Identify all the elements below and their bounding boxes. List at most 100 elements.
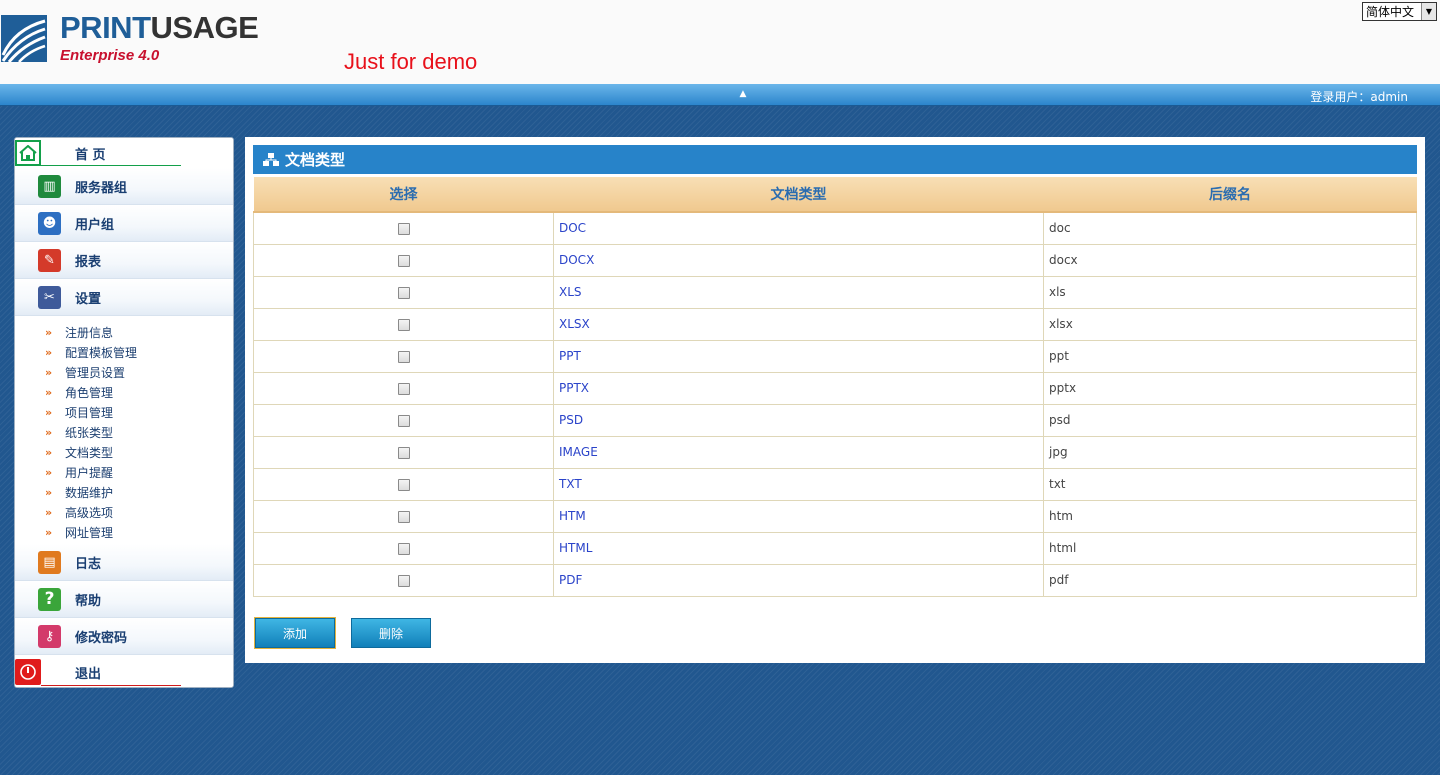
chevron-down-icon[interactable]: ▼ bbox=[1421, 3, 1436, 20]
row-checkbox[interactable] bbox=[397, 414, 410, 427]
language-select[interactable]: 简体中文 ▼ bbox=[1362, 2, 1437, 21]
table-body: DOC doc DOCX docx XLS xls XLSX xlsx PPT ppt PPTX pp… bbox=[253, 211, 1417, 597]
table-row: PSD psd bbox=[253, 403, 1417, 437]
extension-cell: doc bbox=[1043, 211, 1417, 245]
row-checkbox[interactable] bbox=[397, 254, 410, 267]
row-checkbox[interactable] bbox=[397, 574, 410, 587]
login-info: 登录用户：admin bbox=[1310, 90, 1408, 104]
add-button[interactable]: 添加 bbox=[254, 617, 336, 649]
select-cell bbox=[253, 307, 554, 341]
extension-cell: txt bbox=[1043, 467, 1417, 501]
select-cell bbox=[253, 403, 554, 437]
server-icon: ▥ bbox=[38, 174, 61, 198]
log-icon: ▤ bbox=[38, 550, 61, 574]
row-checkbox[interactable] bbox=[397, 286, 410, 299]
help-icon: ? bbox=[38, 587, 61, 611]
sidebar-item-label: 服务器组 bbox=[75, 180, 128, 196]
select-cell bbox=[253, 211, 554, 245]
submenu-item-advanced-options[interactable]: » 高级选项 bbox=[15, 502, 233, 522]
sidebar-item-logout[interactable]: 退出 bbox=[15, 655, 233, 687]
sitemap-icon bbox=[263, 152, 279, 167]
doc-type-link[interactable]: XLSX bbox=[553, 307, 1044, 341]
sidebar-item-help[interactable]: ? 帮助 bbox=[15, 581, 233, 618]
submenu-item-config-template[interactable]: » 配置模板管理 bbox=[15, 342, 233, 362]
doc-type-link[interactable]: DOC bbox=[553, 211, 1044, 245]
submenu-item-paper-type[interactable]: » 纸张类型 bbox=[15, 422, 233, 442]
panel-title-bar: 文档类型 bbox=[253, 145, 1417, 174]
doc-type-link[interactable]: TXT bbox=[553, 467, 1044, 501]
sidebar-item-change-password[interactable]: ⚷ 修改密码 bbox=[15, 618, 233, 655]
select-cell bbox=[253, 339, 554, 373]
sidebar-item-label: 首 页 bbox=[75, 147, 106, 163]
sidebar-item-settings[interactable]: ✂ 设置 bbox=[15, 279, 233, 316]
double-chevron-right-icon: » bbox=[45, 485, 53, 499]
sidebar-item-log[interactable]: ▤ 日志 bbox=[15, 544, 233, 581]
table-row: XLS xls bbox=[253, 275, 1417, 309]
sidebar-item-server-group[interactable]: ▥ 服务器组 bbox=[15, 168, 233, 205]
row-checkbox[interactable] bbox=[397, 542, 410, 555]
table-header-row: 选择 文档类型 后缀名 bbox=[253, 177, 1417, 213]
doc-type-link[interactable]: PPTX bbox=[553, 371, 1044, 405]
double-chevron-right-icon: » bbox=[45, 345, 53, 359]
submenu-item-document-type[interactable]: » 文档类型 bbox=[15, 442, 233, 462]
table-row: XLSX xlsx bbox=[253, 307, 1417, 341]
report-icon: ✎ bbox=[38, 248, 61, 272]
row-checkbox[interactable] bbox=[397, 222, 410, 235]
extension-cell: html bbox=[1043, 531, 1417, 565]
extension-cell: jpg bbox=[1043, 435, 1417, 469]
row-checkbox[interactable] bbox=[397, 350, 410, 363]
delete-button[interactable]: 删除 bbox=[351, 618, 431, 648]
sidebar-item-label: 日志 bbox=[75, 556, 102, 572]
column-header-doc-type: 文档类型 bbox=[553, 177, 1044, 213]
submenu-item-admin-settings[interactable]: » 管理员设置 bbox=[15, 362, 233, 382]
sidebar: 首 页 ▥ 服务器组 ☻ 用户组 ✎ 报表 ✂ 设置 » 注册信息 » 配置模板管理… bbox=[14, 137, 234, 688]
sidebar-item-label: 修改密码 bbox=[75, 630, 128, 646]
doc-type-link[interactable]: HTM bbox=[553, 499, 1044, 533]
submenu-item-project-management[interactable]: » 项目管理 bbox=[15, 402, 233, 422]
submenu-item-registration[interactable]: » 注册信息 bbox=[15, 322, 233, 342]
sidebar-item-label: 帮助 bbox=[75, 593, 102, 609]
select-cell bbox=[253, 275, 554, 309]
extension-cell: psd bbox=[1043, 403, 1417, 437]
doc-type-link[interactable]: PSD bbox=[553, 403, 1044, 437]
sidebar-item-home[interactable]: 首 页 bbox=[15, 138, 233, 168]
row-checkbox[interactable] bbox=[397, 446, 410, 459]
power-icon bbox=[15, 659, 41, 685]
select-cell bbox=[253, 563, 554, 597]
table-row: PPTX pptx bbox=[253, 371, 1417, 405]
document-type-table: 选择 文档类型 后缀名 DOC doc DOCX docx XLS xls XLSX xlsx… bbox=[253, 177, 1417, 597]
submenu-item-data-maintenance[interactable]: » 数据维护 bbox=[15, 482, 233, 502]
demo-watermark: Just for demo bbox=[344, 49, 478, 74]
users-icon: ☻ bbox=[38, 211, 61, 235]
double-chevron-right-icon: » bbox=[45, 325, 53, 339]
extension-cell: pptx bbox=[1043, 371, 1417, 405]
submenu-item-user-reminder[interactable]: » 用户提醒 bbox=[15, 462, 233, 482]
double-chevron-right-icon: » bbox=[45, 445, 53, 459]
username: admin bbox=[1370, 90, 1408, 104]
key-icon: ⚷ bbox=[38, 624, 61, 648]
collapse-up-icon[interactable]: ▲ bbox=[736, 87, 750, 101]
doc-type-link[interactable]: PDF bbox=[553, 563, 1044, 597]
sidebar-item-reports[interactable]: ✎ 报表 bbox=[15, 242, 233, 279]
submenu-item-url-management[interactable]: » 网址管理 bbox=[15, 522, 233, 542]
extension-cell: htm bbox=[1043, 499, 1417, 533]
double-chevron-right-icon: » bbox=[45, 525, 53, 539]
doc-type-link[interactable]: HTML bbox=[553, 531, 1044, 565]
table-row: HTML html bbox=[253, 531, 1417, 565]
submenu-item-role-management[interactable]: » 角色管理 bbox=[15, 382, 233, 402]
row-checkbox[interactable] bbox=[397, 318, 410, 331]
divider bbox=[41, 685, 181, 686]
row-checkbox[interactable] bbox=[397, 382, 410, 395]
column-header-select: 选择 bbox=[253, 177, 554, 213]
doc-type-link[interactable]: PPT bbox=[553, 339, 1044, 373]
doc-type-link[interactable]: XLS bbox=[553, 275, 1044, 309]
doc-type-link[interactable]: IMAGE bbox=[553, 435, 1044, 469]
sidebar-item-user-group[interactable]: ☻ 用户组 bbox=[15, 205, 233, 242]
row-checkbox[interactable] bbox=[397, 478, 410, 491]
row-checkbox[interactable] bbox=[397, 510, 410, 523]
double-chevron-right-icon: » bbox=[45, 405, 53, 419]
doc-type-link[interactable]: DOCX bbox=[553, 243, 1044, 277]
table-row: TXT txt bbox=[253, 467, 1417, 501]
select-cell bbox=[253, 371, 554, 405]
double-chevron-right-icon: » bbox=[45, 385, 53, 399]
